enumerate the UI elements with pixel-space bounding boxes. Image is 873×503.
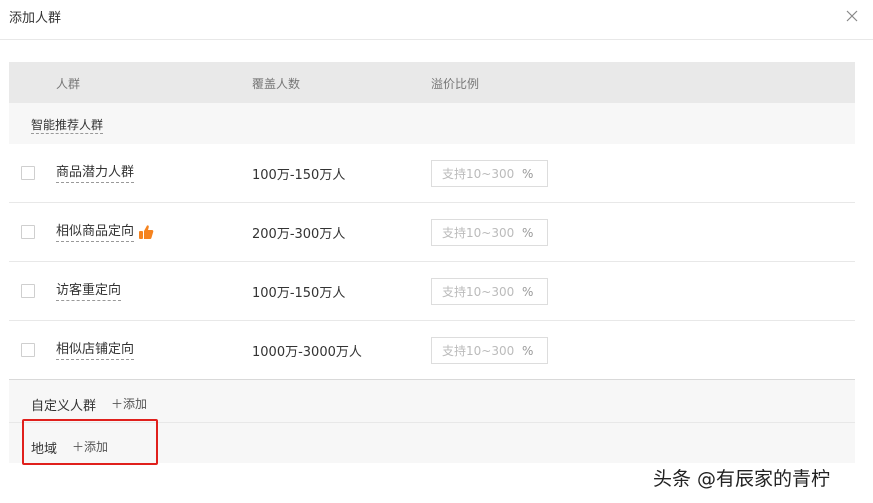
custom-crowd-label: 自定义人群	[31, 399, 97, 414]
premium-field: %	[431, 337, 548, 364]
watermark: 头条 @有辰家的青柠	[653, 468, 831, 490]
premium-field: %	[431, 219, 548, 246]
coverage-value: 200万-300万人	[252, 227, 346, 242]
column-header-coverage: 覆盖人数	[252, 77, 301, 91]
table-row: 商品潜力人群 100万-150万人 %	[9, 144, 855, 203]
premium-input[interactable]	[432, 161, 520, 186]
table-row: 相似商品定向 200万-300万人 %	[9, 203, 855, 262]
row-checkbox[interactable]	[21, 284, 35, 298]
coverage-value: 100万-150万人	[252, 168, 346, 183]
coverage-value: 100万-150万人	[252, 286, 346, 301]
crowd-name[interactable]: 相似商品定向	[56, 223, 135, 242]
premium-field: %	[431, 160, 548, 187]
add-custom-crowd-button[interactable]: ＋添加	[111, 395, 147, 412]
crowd-name[interactable]: 相似店铺定向	[56, 341, 135, 360]
name-cell: 相似商品定向	[56, 222, 154, 242]
group-label: 智能推荐人群	[31, 118, 104, 134]
custom-crowd-section: 自定义人群 ＋添加	[9, 380, 855, 423]
crowd-name[interactable]: 商品潜力人群	[56, 164, 135, 183]
table-header: 人群 覆盖人数 溢价比例	[9, 62, 855, 103]
percent-unit: %	[522, 166, 534, 181]
premium-field: %	[431, 278, 548, 305]
highlight-annotation	[22, 419, 158, 465]
percent-unit: %	[522, 284, 534, 299]
row-checkbox[interactable]	[21, 343, 35, 357]
table-row: 相似店铺定向 1000万-3000万人 %	[9, 321, 855, 380]
name-cell: 访客重定向	[56, 281, 122, 301]
table-row: 访客重定向 100万-150万人 %	[9, 262, 855, 321]
name-cell: 商品潜力人群	[56, 163, 135, 183]
premium-input[interactable]	[432, 220, 520, 245]
row-checkbox[interactable]	[21, 166, 35, 180]
dialog-header: 添加人群	[0, 0, 873, 40]
close-icon[interactable]	[844, 8, 860, 24]
column-header-premium: 溢价比例	[431, 77, 480, 91]
group-header: 智能推荐人群	[9, 103, 855, 144]
dialog-title: 添加人群	[9, 11, 62, 26]
percent-unit: %	[522, 343, 534, 358]
crowd-table: 人群 覆盖人数 溢价比例 智能推荐人群 商品潜力人群 100万-150万人 % …	[9, 62, 855, 463]
name-cell: 相似店铺定向	[56, 340, 135, 360]
percent-unit: %	[522, 225, 534, 240]
crowd-name[interactable]: 访客重定向	[56, 282, 122, 301]
column-header-crowd: 人群	[56, 77, 81, 91]
thumbs-up-icon	[138, 224, 154, 240]
row-checkbox[interactable]	[21, 225, 35, 239]
premium-input[interactable]	[432, 338, 520, 363]
coverage-value: 1000万-3000万人	[252, 345, 362, 360]
premium-input[interactable]	[432, 279, 520, 304]
